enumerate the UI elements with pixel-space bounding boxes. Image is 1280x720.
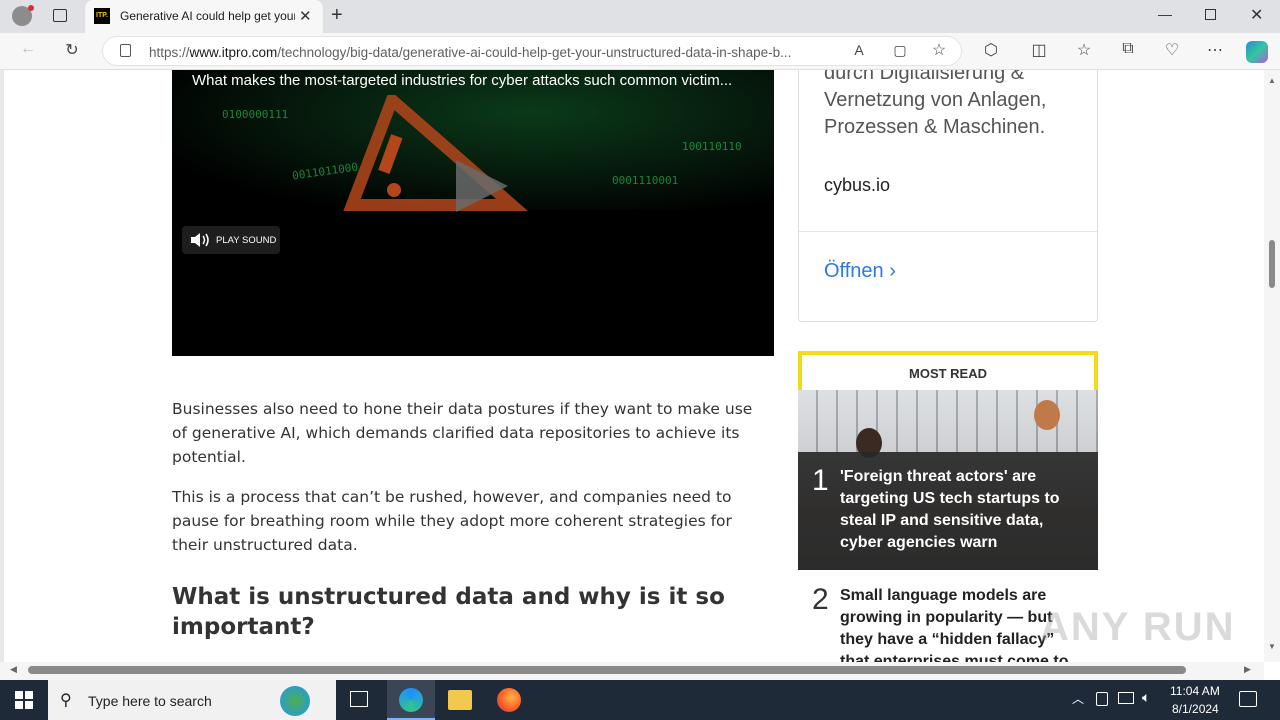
video-digits: 0001110001 — [612, 174, 679, 187]
clock-time[interactable]: 11:04 AM — [1170, 684, 1220, 698]
split-screen-icon[interactable]: ◫ — [1028, 40, 1050, 60]
favorite-star-icon[interactable]: ☆ — [928, 40, 950, 60]
video-caption: What makes the most-targeted industries … — [192, 72, 733, 89]
tab-bar: ITP. Generative AI could help get your u… — [0, 0, 1280, 33]
ad-domain: cybus.io — [824, 175, 891, 195]
horizontal-scroll-thumb[interactable] — [28, 666, 1186, 674]
usb-device-icon[interactable] — [1096, 692, 1108, 706]
url-text[interactable]: https://www.itpro.com/technology/big-dat… — [149, 45, 839, 60]
page-content: 0100000111 0011011000 0001110001 1001101… — [0, 70, 1264, 662]
lock-icon[interactable] — [120, 44, 131, 57]
tab-close-icon[interactable]: ✕ — [299, 7, 312, 25]
rank-number: 2 — [812, 583, 829, 616]
rank-number: 1 — [812, 464, 829, 497]
browser-toolbar: ← ↻ https://www.itpro.com/technology/big… — [0, 33, 1280, 70]
chevron-up-icon[interactable]: ︿ — [1072, 690, 1084, 707]
video-digits: 100110110 — [682, 140, 742, 153]
tab-title: Generative AI could help get your unstru… — [120, 9, 295, 23]
edge-icon — [399, 688, 423, 712]
file-explorer-icon[interactable] — [448, 690, 472, 710]
task-view-icon[interactable] — [350, 691, 368, 707]
search-placeholder: Type here to search — [88, 693, 212, 709]
back-icon[interactable]: ← — [17, 40, 39, 58]
collections-icon[interactable]: ⧉ — [1117, 40, 1139, 58]
tab-active[interactable]: ITP. Generative AI could help get your u… — [85, 0, 323, 33]
more-options-icon[interactable]: ⋯ — [1204, 40, 1226, 60]
address-bar[interactable]: https://www.itpro.com/technology/big-dat… — [102, 36, 962, 66]
taskbar-search[interactable]: ⚲ Type here to search — [48, 680, 336, 720]
chevron-right-icon: › — [889, 260, 896, 282]
play-icon[interactable] — [452, 158, 512, 214]
most-read-image[interactable]: 1 'Foreign threat actors' are targeting … — [798, 390, 1098, 570]
firefox-icon[interactable] — [497, 688, 521, 712]
search-icon: ⚲ — [60, 692, 72, 709]
most-read-title-link[interactable]: 'Foreign threat actors' are targeting US… — [840, 466, 1080, 554]
immersive-reader-icon[interactable]: ▢ — [889, 42, 911, 59]
tab-actions-icon[interactable] — [53, 9, 67, 22]
person-image — [1034, 400, 1060, 430]
ad-text: durch Digitalisierung & Vernetzung von A… — [824, 70, 1047, 138]
scroll-right-icon[interactable]: ▶ — [1244, 664, 1251, 675]
notifications-icon[interactable] — [1239, 691, 1257, 707]
browser-essentials-icon[interactable]: ♡ — [1161, 40, 1183, 60]
notification-dot — [28, 5, 34, 11]
most-read-header: MOST READ — [798, 351, 1098, 390]
play-sound-label: PLAY SOUND — [216, 235, 277, 246]
ad-card[interactable]: durch Digitalisierung & Vernetzung von A… — [798, 70, 1098, 322]
clock-date[interactable]: 8/1/2024 — [1172, 702, 1219, 716]
volume-icon[interactable]: 🔈︎ — [1142, 689, 1150, 706]
watermark-logo: ANY RUN — [1040, 605, 1236, 649]
favorites-icon[interactable]: ☆ — [1073, 40, 1095, 60]
vertical-scroll-thumb[interactable] — [1269, 240, 1275, 288]
article-heading: What is unstructured data and why is it … — [172, 584, 725, 640]
video-player[interactable]: 0100000111 0011011000 0001110001 1001101… — [172, 70, 774, 356]
scroll-down-icon[interactable]: ▼ — [1268, 642, 1276, 651]
scroll-left-icon[interactable]: ◀ — [10, 664, 17, 675]
extensions-icon[interactable]: ⬡ — [980, 40, 1002, 60]
new-tab-icon[interactable]: + — [331, 4, 343, 27]
play-sound-button[interactable]: PLAY SOUND — [182, 226, 280, 254]
taskbar: ⚲ Type here to search ︿ 🔈︎ 11:04 AM 8/1/… — [0, 680, 1280, 720]
vertical-scrollbar[interactable]: ▲ ▼ — [1264, 70, 1280, 662]
itpro-favicon-icon: ITP. — [94, 8, 110, 24]
speaker-icon — [191, 233, 209, 247]
divider — [799, 231, 1097, 232]
article-paragraph: Businesses also need to hone their data … — [172, 400, 753, 466]
window-close-icon[interactable]: ✕ — [1250, 5, 1263, 25]
windows-start-icon[interactable] — [15, 691, 33, 709]
minimize-icon[interactable]: — — [1158, 6, 1172, 22]
read-aloud-icon[interactable]: A — [848, 42, 870, 58]
horizontal-scrollbar[interactable]: ◀ ▶ — [0, 662, 1264, 680]
restore-icon[interactable] — [1205, 9, 1216, 20]
copilot-icon[interactable] — [1246, 41, 1268, 63]
most-read-overlay: 1 'Foreign threat actors' are targeting … — [798, 452, 1098, 570]
network-icon[interactable] — [1118, 692, 1134, 704]
refresh-icon[interactable]: ↻ — [61, 40, 83, 60]
search-highlight-globe-icon — [280, 686, 310, 716]
ad-open-link[interactable]: Öffnen › — [824, 260, 896, 283]
taskbar-edge[interactable] — [387, 680, 435, 720]
video-digits: 0100000111 — [222, 108, 289, 121]
article-paragraph: This is a process that can’t be rushed, … — [172, 488, 732, 554]
scroll-up-icon[interactable]: ▲ — [1268, 76, 1276, 85]
